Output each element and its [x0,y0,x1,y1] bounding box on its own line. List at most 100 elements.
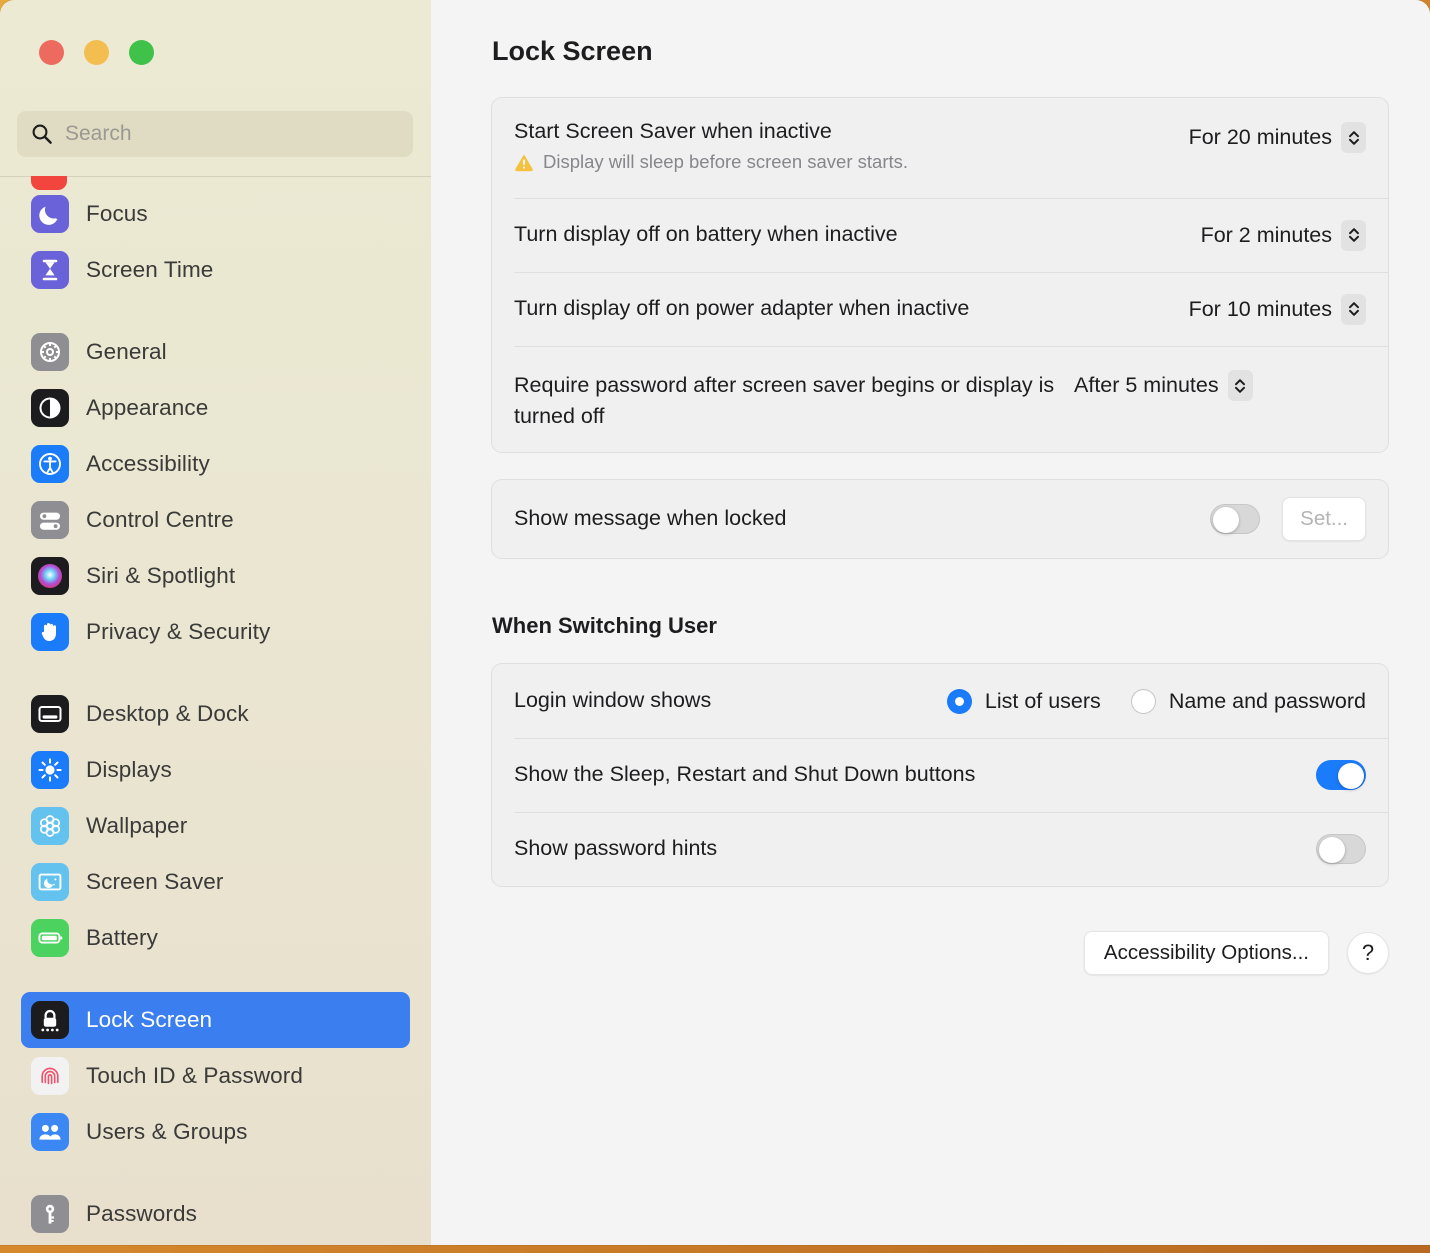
sidebar-item-label: Accessibility [86,451,210,476]
chevron-updown-icon [1341,219,1366,251]
sidebar: Focus Screen Time [0,0,431,1245]
stepper-value: For 2 minutes [1200,222,1332,247]
sidebar-item-passwords[interactable]: Passwords [21,1186,410,1242]
show-message-card: Show message when locked Set... [491,479,1389,559]
sidebar-item-label: Control Centre [86,507,234,532]
display-off-battery-stepper[interactable]: For 2 minutes [1200,219,1366,251]
row-label: Turn display off on battery when inactiv… [514,222,898,247]
sidebar-item-label: Screen Saver [86,869,224,894]
sidebar-item-touch-id-password[interactable]: Touch ID & Password [21,1048,410,1104]
sidebar-group-separator [0,966,431,992]
toggle-knob [1212,506,1239,533]
displays-sun-icon [31,751,69,789]
sidebar-scroll-area[interactable]: Focus Screen Time General Appearance Acc… [0,176,431,1245]
radio-option-list-of-users[interactable]: List of users [946,688,1101,714]
radio-indicator[interactable] [946,688,972,714]
sidebar-item-displays[interactable]: Displays [21,742,410,798]
sidebar-item-users-groups[interactable]: Users & Groups [21,1104,410,1160]
sidebar-item-wallpaper[interactable]: Wallpaper [21,798,410,854]
users-groups-people-icon [31,1113,69,1151]
lock-screen-padlock-icon [31,1001,69,1039]
screen-time-hourglass-icon [31,251,69,289]
sidebar-item-label: Desktop & Dock [86,701,249,726]
close-button[interactable] [39,40,64,65]
search-field[interactable] [17,111,413,157]
sidebar-item-screen-saver[interactable]: Screen Saver [21,854,410,910]
row-show-password-hints: Show password hints [492,812,1388,886]
sidebar-item-battery[interactable]: Battery [21,910,410,966]
sidebar-item-focus[interactable]: Focus [21,186,410,242]
sidebar-item-label: Displays [86,757,172,782]
battery-icon [31,919,69,957]
row-require-password: Require password after screen saver begi… [492,346,1388,452]
row-display-off-battery: Turn display off on battery when inactiv… [492,198,1388,272]
switching-user-card: Login window shows List of users Name an… [491,663,1389,887]
set-message-button[interactable]: Set... [1282,497,1366,541]
passwords-key-icon [31,1195,69,1233]
sidebar-item-general[interactable]: General [21,324,410,380]
toggle-knob [1337,762,1364,789]
sidebar-item-screen-time[interactable]: Screen Time [21,242,410,298]
sidebar-item-lock-screen[interactable]: Lock Screen [21,992,410,1048]
require-password-stepper[interactable]: After 5 minutes [1074,370,1253,401]
accessibility-options-button[interactable]: Accessibility Options... [1083,931,1329,975]
password-hints-toggle[interactable] [1316,834,1366,864]
display-off-adapter-stepper[interactable]: For 10 minutes [1189,293,1366,325]
sidebar-item-control-centre[interactable]: Control Centre [21,492,410,548]
radio-option-name-and-password[interactable]: Name and password [1130,688,1366,714]
appearance-contrast-icon [31,389,69,427]
warning-triangle-icon [514,152,534,172]
sidebar-group-separator [0,1160,431,1186]
stepper-value: For 20 minutes [1188,125,1332,149]
sidebar-item-siri-spotlight[interactable]: Siri & Spotlight [21,548,410,604]
help-button[interactable]: ? [1347,932,1389,974]
sidebar-nav-list: Focus Screen Time General Appearance Acc… [0,176,431,1242]
row-label: Show message when locked [514,506,787,531]
sidebar-item-privacy-security[interactable]: Privacy & Security [21,604,410,660]
wallpaper-flower-icon [31,807,69,845]
sidebar-item-desktop-dock[interactable]: Desktop & Dock [21,686,410,742]
footer-actions: Accessibility Options... ? [491,931,1389,975]
timing-settings-card: Start Screen Saver when inactive Display… [491,97,1389,453]
search-input[interactable] [65,122,399,146]
show-message-toggle[interactable] [1210,504,1261,534]
sidebar-item-label: Passwords [86,1201,197,1226]
toggle-knob [1318,836,1345,863]
main-content: Lock Screen Start Screen Saver when inac… [431,0,1430,1245]
screen-saver-delay-stepper[interactable]: For 20 minutes [1189,122,1366,153]
chevron-updown-icon [1227,370,1253,401]
sidebar-item-label: Screen Time [86,257,214,282]
screen-saver-warning: Display will sleep before screen saver s… [514,151,1173,173]
row-label: Require password after screen saver begi… [514,373,1055,429]
privacy-hand-icon [31,613,69,651]
sidebar-item-label: Siri & Spotlight [86,563,236,588]
search-icon [31,123,53,145]
row-label: Start Screen Saver when inactive [514,119,832,143]
row-show-message-when-locked: Show message when locked Set... [492,480,1388,558]
sidebar-group-separator [0,298,431,324]
system-settings-window: Focus Screen Time [0,0,1430,1245]
window-traffic-lights [39,40,154,65]
row-sleep-restart-shutdown: Show the Sleep, Restart and Shut Down bu… [492,738,1388,812]
accessibility-person-icon [31,445,69,483]
sidebar-item-accessibility[interactable]: Accessibility [21,436,410,492]
general-gear-icon [31,333,69,371]
radio-indicator[interactable] [1130,688,1156,714]
sidebar-item-label: Battery [86,925,158,950]
login-window-radio-group: List of users Name and password [946,688,1366,714]
screen-saver-moon-icon [31,863,69,901]
sidebar-item-label: Wallpaper [86,813,188,838]
sidebar-item-appearance[interactable]: Appearance [21,380,410,436]
sidebar-item-label: Focus [86,201,148,226]
minimize-button[interactable] [84,40,109,65]
row-label: Show password hints [514,836,718,861]
sidebar-item-label: Users & Groups [86,1119,248,1144]
radio-label: List of users [984,688,1101,713]
radio-label: Name and password [1168,688,1366,713]
maximize-button[interactable] [129,40,154,65]
control-centre-sliders-icon [31,501,69,539]
chevron-updown-icon [1341,122,1366,153]
row-display-off-power-adapter: Turn display off on power adapter when i… [492,272,1388,346]
sleep-restart-shutdown-toggle[interactable] [1316,760,1366,790]
row-label: Show the Sleep, Restart and Shut Down bu… [514,762,976,787]
